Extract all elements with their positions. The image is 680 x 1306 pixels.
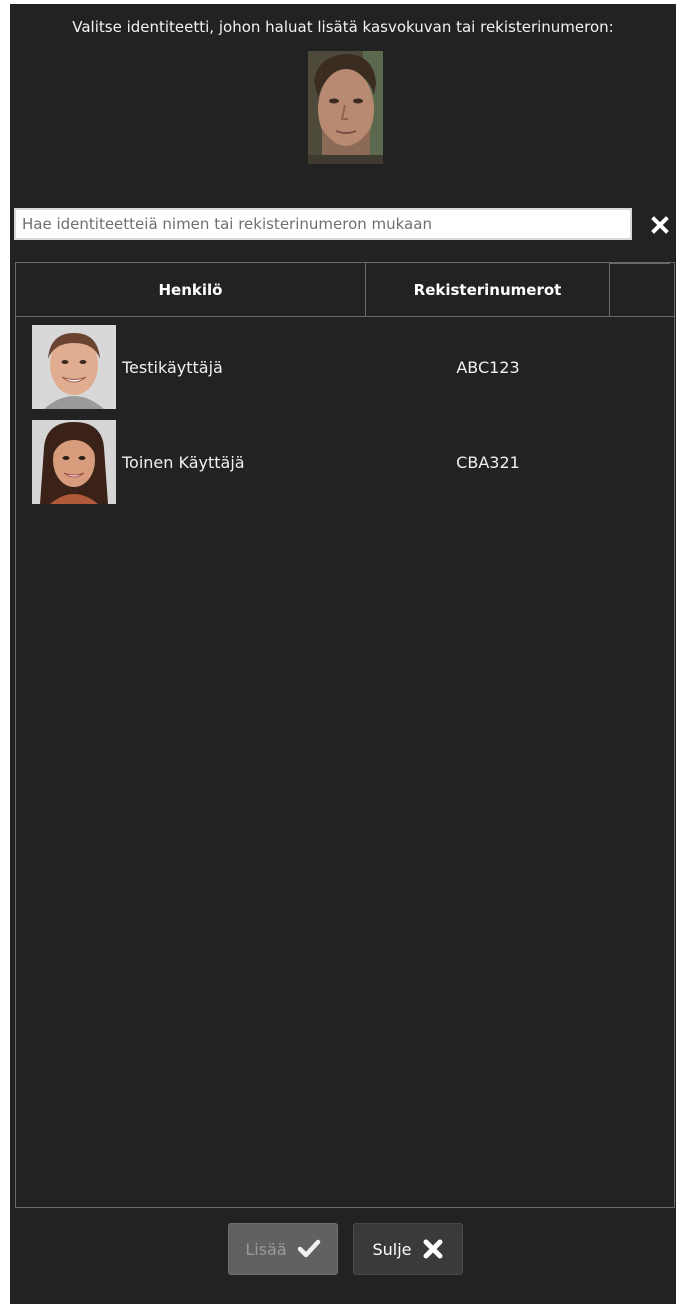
avatar <box>32 420 116 504</box>
captured-face-image <box>308 51 383 164</box>
identity-picker-dialog: Valitse identiteetti, johon haluat lisät… <box>10 4 676 1304</box>
identity-table: Henkilö Rekisterinumerot Testikäyttäjä A… <box>15 262 675 1208</box>
table-row[interactable]: Toinen Käyttäjä CBA321 <box>16 416 674 506</box>
person-name: Testikäyttäjä <box>122 357 223 377</box>
column-header-plates[interactable]: Rekisterinumerot <box>366 263 610 316</box>
column-header-extra <box>610 263 670 316</box>
person-name: Toinen Käyttäjä <box>122 452 245 472</box>
table-row[interactable]: Testikäyttäjä ABC123 <box>16 321 674 411</box>
plate-number: ABC123 <box>456 357 520 377</box>
plate-number: CBA321 <box>456 452 520 472</box>
close-icon <box>651 216 669 234</box>
clear-search-button[interactable] <box>646 211 674 239</box>
column-header-person[interactable]: Henkilö <box>16 263 366 316</box>
search-row <box>14 208 676 244</box>
add-button-label: Lisää <box>245 1239 287 1259</box>
button-bar: Lisää Sulje <box>10 1223 676 1277</box>
prompt-text: Valitse identiteetti, johon haluat lisät… <box>72 18 614 36</box>
close-icon <box>423 1239 443 1259</box>
avatar <box>32 325 116 409</box>
table-header: Henkilö Rekisterinumerot <box>16 263 674 317</box>
add-button[interactable]: Lisää <box>228 1223 338 1275</box>
close-button[interactable]: Sulje <box>353 1223 463 1275</box>
check-icon <box>297 1239 320 1258</box>
close-button-label: Sulje <box>372 1239 412 1259</box>
search-input[interactable] <box>14 208 632 240</box>
